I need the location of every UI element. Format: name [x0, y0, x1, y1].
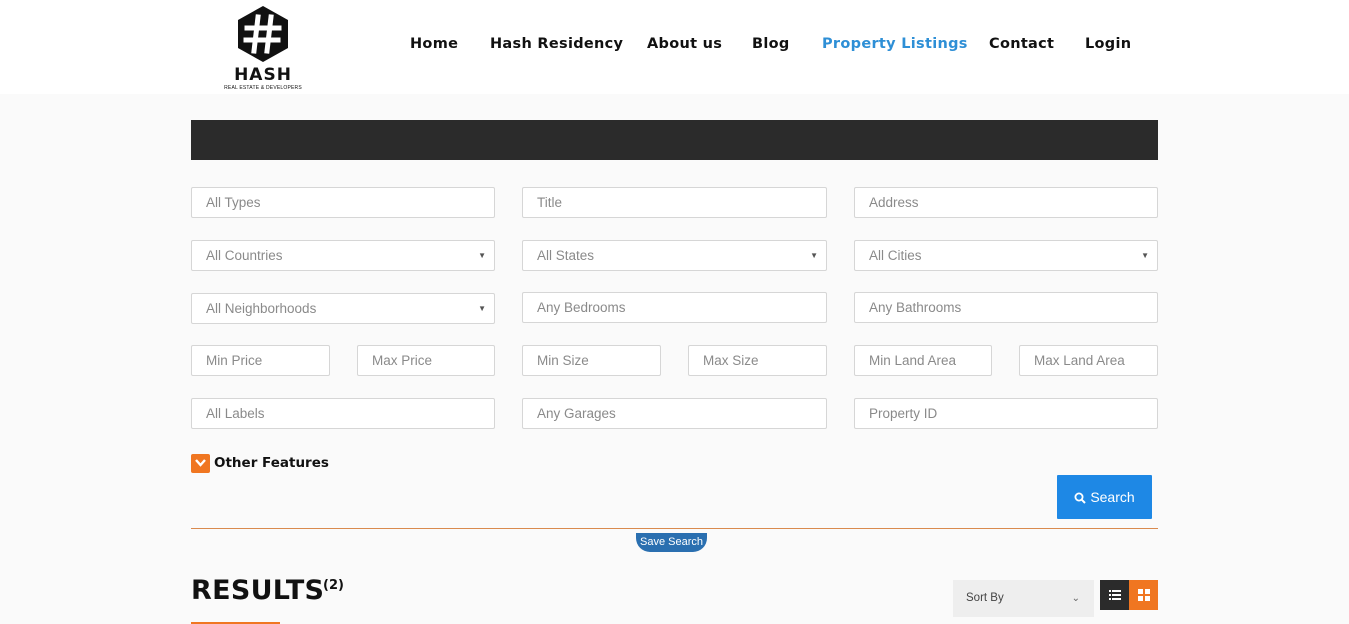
- other-features-label: Other Features: [214, 455, 329, 471]
- nav-hash-residency[interactable]: Hash Residency: [490, 36, 623, 52]
- grid-view-button[interactable]: [1129, 580, 1158, 610]
- site-header: HASH REAL ESTATE & DEVELOPERS Home Hash …: [0, 0, 1349, 94]
- grid-icon: [1138, 589, 1150, 601]
- site-logo[interactable]: HASH REAL ESTATE & DEVELOPERS: [222, 5, 304, 91]
- chevron-down-icon: [191, 454, 210, 473]
- nav-login[interactable]: Login: [1085, 36, 1131, 52]
- country-select-value: All Countries: [206, 248, 283, 263]
- state-select[interactable]: All States ▼: [522, 240, 827, 271]
- list-view-button[interactable]: [1100, 580, 1129, 610]
- caret-down-icon: ▼: [478, 304, 486, 313]
- title-input[interactable]: Title: [522, 187, 827, 218]
- caret-down-icon: ▼: [1141, 251, 1149, 260]
- nav-property-listings[interactable]: Property Listings: [822, 36, 968, 52]
- max-land-area-input[interactable]: Max Land Area: [1019, 345, 1158, 376]
- results-count: (2): [323, 578, 344, 593]
- search-icon: [1074, 492, 1087, 504]
- logo-tagline: REAL ESTATE & DEVELOPERS: [224, 85, 302, 91]
- caret-down-icon: ▼: [810, 251, 818, 260]
- nav-contact[interactable]: Contact: [989, 36, 1054, 52]
- search-button-label: Search: [1090, 489, 1135, 505]
- labels-input[interactable]: All Labels: [191, 398, 495, 429]
- hash-hexagon-logo-icon: [238, 6, 288, 62]
- max-size-input[interactable]: Max Size: [688, 345, 827, 376]
- type-input[interactable]: All Types: [191, 187, 495, 218]
- neighborhood-select[interactable]: All Neighborhoods ▼: [191, 293, 495, 324]
- property-id-input[interactable]: Property ID: [854, 398, 1158, 429]
- search-button[interactable]: Search: [1057, 475, 1152, 519]
- neighborhood-select-value: All Neighborhoods: [206, 301, 317, 316]
- nav-about-us[interactable]: About us: [647, 36, 722, 52]
- max-price-input[interactable]: Max Price: [357, 345, 495, 376]
- address-input[interactable]: Address: [854, 187, 1158, 218]
- state-select-value: All States: [537, 248, 595, 263]
- bedrooms-input[interactable]: Any Bedrooms: [522, 292, 827, 323]
- sort-by-label: Sort By: [966, 592, 1004, 604]
- save-search-button[interactable]: Save Search: [636, 533, 707, 552]
- form-divider: [191, 528, 1158, 529]
- sort-by-select[interactable]: Sort By ⌄: [953, 580, 1094, 617]
- chevron-down-icon: ⌄: [1071, 593, 1080, 604]
- min-size-input[interactable]: Min Size: [522, 345, 661, 376]
- results-heading: RESULTS: [191, 575, 325, 606]
- min-land-area-input[interactable]: Min Land Area: [854, 345, 992, 376]
- city-select-value: All Cities: [869, 248, 922, 263]
- logo-wordmark: HASH: [234, 65, 292, 85]
- country-select[interactable]: All Countries ▼: [191, 240, 495, 271]
- search-banner-bar: [191, 120, 1158, 160]
- garages-input[interactable]: Any Garages: [522, 398, 827, 429]
- nav-home[interactable]: Home: [410, 36, 458, 52]
- min-price-input[interactable]: Min Price: [191, 345, 330, 376]
- city-select[interactable]: All Cities ▼: [854, 240, 1158, 271]
- caret-down-icon: ▼: [478, 251, 486, 260]
- bathrooms-input[interactable]: Any Bathrooms: [854, 292, 1158, 323]
- list-icon: [1109, 590, 1121, 600]
- nav-blog[interactable]: Blog: [752, 36, 790, 52]
